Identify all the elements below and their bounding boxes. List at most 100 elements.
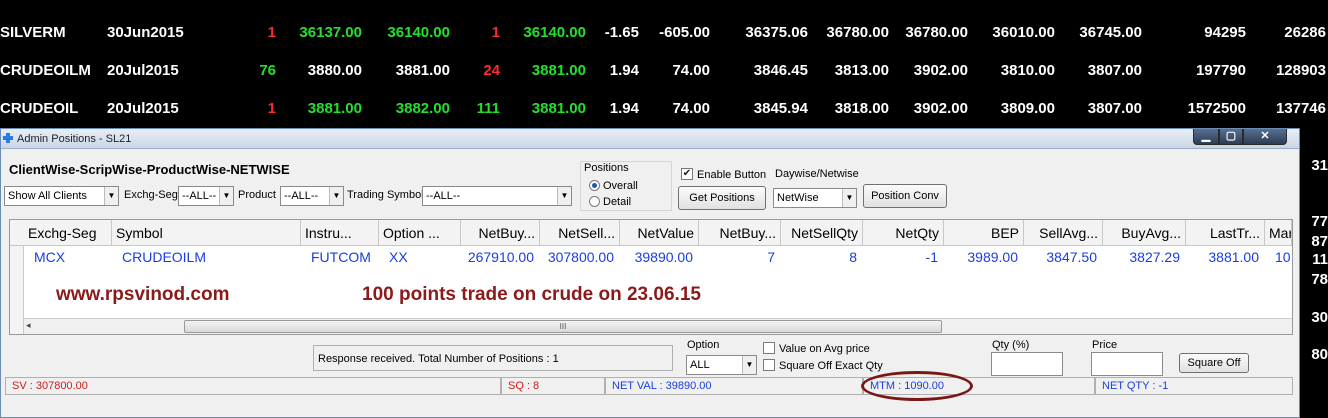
daywise-value: NetWise	[777, 192, 819, 204]
table-cell: 8	[849, 249, 857, 265]
column-header-sellavg[interactable]: SellAvg...	[1024, 220, 1103, 246]
mw-cell-symbol: SILVERM	[0, 24, 66, 41]
mw-cell-ltp: 3881.00	[531, 62, 586, 79]
table-cell: 3989.00	[967, 249, 1018, 265]
mw-cell-oi: 26286	[1284, 24, 1326, 41]
mw-cell-pct-change: 1.94	[609, 100, 639, 117]
mw-cell-bid-qty: 1	[267, 100, 276, 117]
mw-cell-atp: 36375.06	[745, 24, 808, 41]
table-row[interactable]: MCX CRUDEOILM FUTCOM XX 267910.00 307800.00 39…	[10, 247, 1292, 269]
column-header-instru[interactable]: Instru...	[301, 220, 379, 246]
option-select[interactable]: ALL ▼	[686, 355, 757, 375]
column-header-mark[interactable]: Mark	[1265, 220, 1292, 246]
column-header-bep[interactable]: BEP	[944, 220, 1024, 246]
price-input[interactable]	[1091, 352, 1163, 376]
positions-label: Positions	[584, 162, 629, 174]
overlay-website: www.rpsvinod.com	[56, 284, 230, 305]
minimize-button[interactable]: ▁	[1193, 129, 1219, 145]
square-off-button[interactable]: Square Off	[1179, 353, 1249, 373]
mw-cell-expiry: 20Jul2015	[107, 100, 179, 117]
column-header-exchg-seg[interactable]: Exchg-Seg	[24, 220, 112, 246]
daywise-select[interactable]: NetWise ▼	[773, 188, 857, 208]
market-watch-row[interactable]: SILVERM 30Jun2015 1 36137.00 36140.00 1 36140.…	[0, 14, 1328, 52]
value-on-avg-label: Value on Avg price	[779, 343, 870, 355]
mw-cell-ask-qty: 111	[476, 100, 500, 117]
column-header-netbuy[interactable]: NetBuy...	[461, 220, 540, 246]
client-select[interactable]: Show All Clients ▼	[4, 186, 119, 206]
status-net-qty: NET QTY : -1	[1095, 377, 1293, 395]
mw-cell-bid: 3881.00	[307, 100, 362, 117]
qty-input[interactable]	[991, 352, 1063, 376]
column-header-netsellqty[interactable]: NetSellQty	[781, 220, 863, 246]
get-positions-button[interactable]: Get Positions	[678, 186, 766, 210]
enable-button-checkbox[interactable]: ✔	[681, 168, 693, 180]
close-button[interactable]: ✕	[1243, 129, 1287, 145]
detail-radio[interactable]	[589, 196, 600, 207]
trading-symbol-select[interactable]: --ALL-- ▼	[422, 186, 572, 206]
overall-radio[interactable]	[589, 180, 600, 191]
price-label: Price	[1092, 339, 1118, 351]
table-cell: CRUDEOILM	[122, 249, 207, 265]
market-watch-row[interactable]: CRUDEOILM 20Jul2015 76 3880.00 3881.00 24 3881…	[0, 52, 1328, 90]
right-edge-value: 80	[1311, 346, 1328, 363]
mw-cell-volume: 197790	[1195, 62, 1246, 79]
daywise-label: Daywise/Netwise	[775, 168, 859, 180]
mw-cell-symbol: CRUDEOILM	[0, 62, 91, 79]
mw-cell-close: 3807.00	[1087, 62, 1142, 79]
mw-cell-low: 3809.00	[1000, 100, 1055, 117]
detail-label: Detail	[603, 196, 632, 208]
exchg-seg-label: Exchg-Seg	[124, 189, 178, 201]
value-on-avg-checkbox[interactable]	[763, 342, 775, 354]
mw-cell-high: 36780.00	[905, 24, 968, 41]
mw-cell-ask: 3882.00	[395, 100, 450, 117]
market-watch-row[interactable]: CRUDEOIL 20Jul2015 1 3881.00 3882.00 111 3881.…	[0, 90, 1328, 128]
product-select[interactable]: --ALL-- ▼	[280, 186, 344, 206]
status-sv: SV : 307800.00	[5, 377, 501, 395]
mw-cell-volume: 94295	[1204, 24, 1246, 41]
chevron-down-icon: ▼	[557, 187, 571, 205]
trading-symbol-label: Trading Symbol	[347, 189, 424, 201]
mw-cell-atp: 3845.94	[753, 100, 808, 117]
mw-cell-expiry: 30Jun2015	[107, 24, 184, 41]
horizontal-scrollbar[interactable]: ◂ III	[24, 318, 1292, 334]
square-off-exact-checkbox[interactable]	[763, 359, 775, 371]
mw-cell-change: 74.00	[672, 62, 710, 79]
mw-cell-symbol: CRUDEOIL	[0, 100, 79, 117]
mw-cell-low: 36010.00	[992, 24, 1055, 41]
scroll-thumb[interactable]: III	[184, 320, 942, 333]
grid-header: Exchg-Seg Symbol Instru... Option ... NetBuy…	[10, 220, 1292, 246]
column-header-netsell[interactable]: NetSell...	[540, 220, 620, 246]
mw-cell-ltp: 3881.00	[531, 100, 586, 117]
position-conv-button[interactable]: Position Conv	[863, 184, 947, 208]
status-net-val: NET VAL : 39890.00	[605, 377, 863, 395]
right-edge-value: 11	[1312, 251, 1328, 268]
app-icon	[3, 133, 13, 143]
chevron-down-icon: ▼	[842, 189, 856, 207]
column-header-symbol[interactable]: Symbol	[112, 220, 301, 246]
mw-cell-oi: 137746	[1275, 100, 1326, 117]
table-cell: 3847.50	[1046, 249, 1097, 265]
table-cell: 3827.29	[1129, 249, 1180, 265]
table-cell: FUTCOM	[311, 249, 371, 265]
mw-cell-bid-qty: 76	[259, 62, 276, 79]
column-header-netbuy[interactable]: NetBuy...	[699, 220, 781, 246]
column-header-netvalue[interactable]: NetValue	[620, 220, 699, 246]
column-header-buyavg[interactable]: BuyAvg...	[1103, 220, 1186, 246]
exchg-seg-select[interactable]: --ALL-- ▼	[178, 186, 234, 206]
column-header-option[interactable]: Option ...	[379, 220, 461, 246]
page-heading: ClientWise-ScripWise-ProductWise-NETWISE	[9, 162, 290, 177]
table-cell: 3881.00	[1208, 249, 1259, 265]
right-edge-value: 87	[1311, 233, 1328, 250]
mw-cell-open: 3813.00	[834, 62, 889, 79]
exchg-seg-value: --ALL--	[182, 190, 217, 202]
scroll-left-icon[interactable]: ◂	[26, 320, 31, 331]
maximize-button[interactable]: ▢	[1219, 129, 1243, 145]
column-header-netqty[interactable]: NetQty	[863, 220, 944, 246]
column-header-lasttr[interactable]: LastTr...	[1186, 220, 1265, 246]
table-cell: 307800.00	[547, 249, 614, 265]
mw-cell-open: 3818.00	[834, 100, 889, 117]
table-cell: 39890.00	[634, 249, 693, 265]
mw-cell-ask: 3881.00	[395, 62, 450, 79]
title-bar[interactable]: Admin Positions - SL21 ▁ ▢ ✕	[1, 129, 1299, 149]
status-sq: SQ : 8	[501, 377, 605, 395]
